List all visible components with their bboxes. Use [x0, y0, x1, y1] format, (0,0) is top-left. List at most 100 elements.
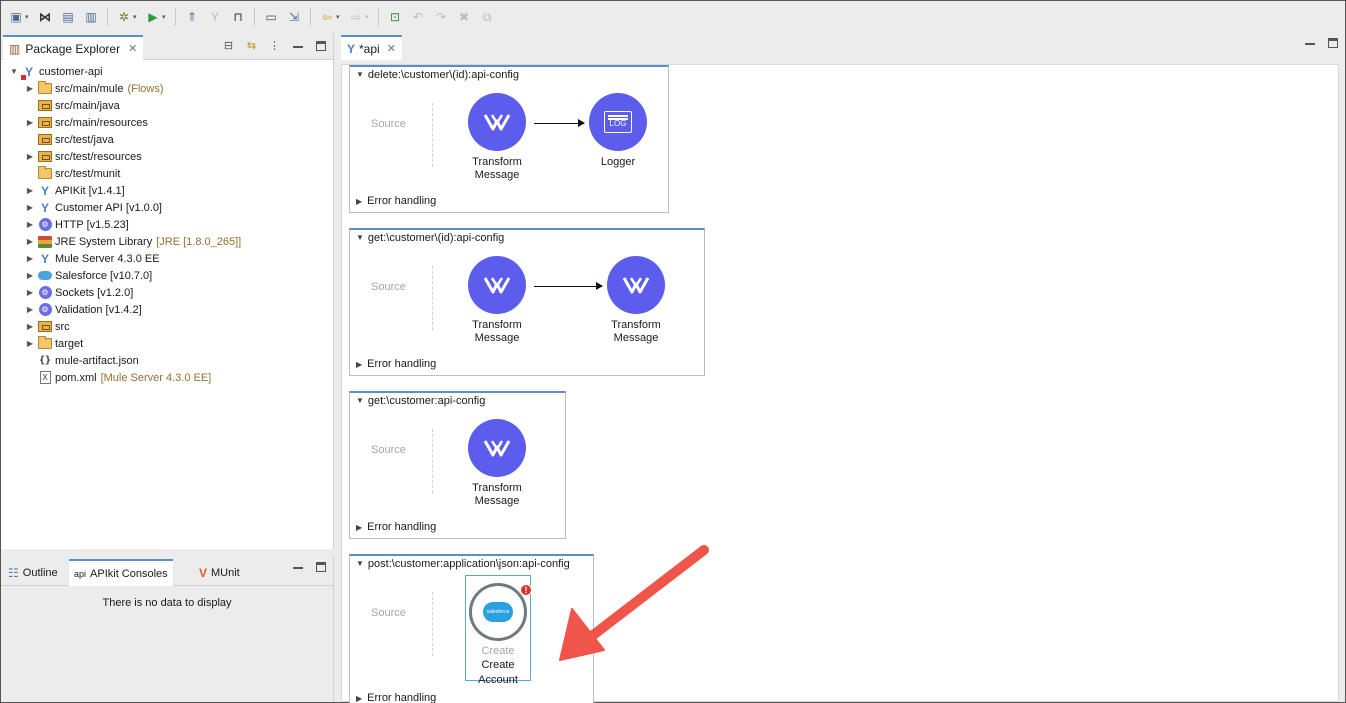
back-icon[interactable]: ⇦: [318, 8, 336, 26]
tree-item[interactable]: ▶ Y Customer API [v1.0.0]: [1, 199, 333, 216]
expand-triangle-icon[interactable]: ▶: [356, 197, 362, 206]
collapsed-triangle-icon[interactable]: ▶: [25, 339, 35, 348]
message-flow-canvas[interactable]: ▼ delete:\customer\(id):api-config Sourc…: [341, 64, 1339, 703]
expand-triangle-icon[interactable]: ▶: [356, 523, 362, 532]
tree-item[interactable]: src/test/munit: [1, 165, 333, 182]
plug-icon[interactable]: Y: [206, 8, 224, 26]
tree-item[interactable]: src/main/java: [1, 97, 333, 114]
transform-message-node[interactable]: Transform Message: [596, 256, 676, 345]
tab-package-explorer[interactable]: ▥ Package Explorer ✕: [3, 35, 144, 60]
collapsed-triangle-icon[interactable]: ▶: [25, 322, 35, 331]
salesforce-create-node[interactable]: salesforce ! Create Create Account: [465, 575, 532, 686]
error-handling-toggle[interactable]: ▶ Error handling: [356, 358, 436, 370]
tab-api[interactable]: Y *api ✕: [341, 35, 402, 60]
close-icon[interactable]: ✕: [387, 42, 396, 55]
tab-outline[interactable]: ☷ Outline: [3, 559, 63, 586]
collapse-triangle-icon[interactable]: ▼: [356, 70, 364, 79]
forward-dropdown-icon[interactable]: ▾: [365, 8, 371, 26]
redo-icon[interactable]: ↷: [432, 8, 450, 26]
tree-item[interactable]: ▶ ⚙ Validation [v1.4.2]: [1, 301, 333, 318]
flow-post-customer[interactable]: ▼ post:\customer:application\json:api-co…: [349, 554, 594, 703]
undo-icon[interactable]: ↶: [409, 8, 427, 26]
source-placeholder[interactable]: Source: [371, 281, 406, 293]
tab-munit[interactable]: V MUnit: [194, 559, 245, 586]
collapse-triangle-icon[interactable]: ▼: [356, 396, 364, 405]
flow-get-customer[interactable]: ▼ get:\customer:api-config Source Transf…: [349, 391, 566, 539]
collapse-all-icon[interactable]: ⊟: [222, 39, 235, 52]
collapsed-triangle-icon[interactable]: ▶: [25, 203, 35, 212]
minimize-icon[interactable]: [291, 560, 304, 573]
tree-item[interactable]: ▶ Y APIKit [v1.4.1]: [1, 182, 333, 199]
expand-triangle-icon[interactable]: ▶: [356, 360, 362, 369]
flow-header[interactable]: ▼ get:\customer\(id):api-config: [350, 230, 704, 245]
tree-item[interactable]: ▶ src: [1, 318, 333, 335]
maximize-icon[interactable]: [314, 560, 327, 573]
error-handling-toggle[interactable]: ▶ Error handling: [356, 521, 436, 533]
expand-triangle-icon[interactable]: ▶: [356, 694, 362, 703]
tree-item[interactable]: ▶ ⚙ Sockets [v1.2.0]: [1, 284, 333, 301]
tree-item[interactable]: ▶ target: [1, 335, 333, 352]
transform-message-node[interactable]: Transform Message: [457, 419, 537, 508]
minimize-icon[interactable]: [291, 39, 304, 52]
lock-icon[interactable]: ⊓: [229, 8, 247, 26]
deploy-icon[interactable]: ⇑: [183, 8, 201, 26]
source-placeholder[interactable]: Source: [371, 118, 406, 130]
forward-icon[interactable]: ⇨: [347, 8, 365, 26]
close-icon[interactable]: ✕: [128, 42, 137, 55]
view-menu-icon[interactable]: ⋮: [268, 39, 281, 52]
expanded-triangle-icon[interactable]: ▼: [9, 67, 19, 76]
new-dropdown-icon[interactable]: ▾: [25, 8, 31, 26]
tree-item[interactable]: ▶ src/test/resources: [1, 148, 333, 165]
tree-item[interactable]: ▶ Salesforce [v10.7.0]: [1, 267, 333, 284]
tree-item[interactable]: ▶ ⚙ HTTP [v1.5.23]: [1, 216, 333, 233]
debug-dropdown-icon[interactable]: ▾: [133, 8, 139, 26]
error-marker-icon[interactable]: !: [520, 584, 532, 596]
collapsed-triangle-icon[interactable]: ▶: [25, 220, 35, 229]
flow-header[interactable]: ▼ get:\customer:api-config: [350, 393, 565, 408]
collapsed-triangle-icon[interactable]: ▶: [25, 118, 35, 127]
flow-header[interactable]: ▼ delete:\customer\(id):api-config: [350, 67, 668, 82]
mediator-icon[interactable]: ▭: [262, 8, 280, 26]
source-placeholder[interactable]: Source: [371, 444, 406, 456]
source-placeholder[interactable]: Source: [371, 607, 406, 619]
run-icon[interactable]: ▶: [144, 8, 162, 26]
flow-header[interactable]: ▼ post:\customer:application\json:api-co…: [350, 556, 593, 571]
tree-item[interactable]: ▶ src/main/mule (Flows): [1, 80, 333, 97]
link-editor-icon[interactable]: ⇆: [245, 39, 258, 52]
minimize-icon[interactable]: [1303, 36, 1316, 49]
error-handling-toggle[interactable]: ▶ Error handling: [356, 692, 436, 703]
debug-icon[interactable]: ✲: [115, 8, 133, 26]
collapsed-triangle-icon[interactable]: ▶: [25, 84, 35, 93]
maximize-icon[interactable]: [1326, 36, 1339, 49]
flow-get-customer-id[interactable]: ▼ get:\customer\(id):api-config Source T…: [349, 228, 705, 376]
collapsed-triangle-icon[interactable]: ▶: [25, 186, 35, 195]
collapse-triangle-icon[interactable]: ▼: [356, 559, 364, 568]
collapsed-triangle-icon[interactable]: ▶: [25, 271, 35, 280]
collapsed-triangle-icon[interactable]: ▶: [25, 237, 35, 246]
transform-message-node[interactable]: Transform Message: [457, 256, 537, 345]
collapsed-triangle-icon[interactable]: ▶: [25, 152, 35, 161]
error-handling-toggle[interactable]: ▶ Error handling: [356, 195, 436, 207]
save-icon[interactable]: ▤: [59, 8, 77, 26]
collapse-triangle-icon[interactable]: ▼: [356, 233, 364, 242]
tree-item[interactable]: {} mule-artifact.json: [1, 352, 333, 369]
delete-icon[interactable]: ✖: [455, 8, 473, 26]
transform-message-node[interactable]: Transform Message: [457, 93, 537, 182]
tree-item[interactable]: ▶ JRE System Library [JRE [1.8.0_265]]: [1, 233, 333, 250]
tree-item[interactable]: ▶ Y Mule Server 4.3.0 EE: [1, 250, 333, 267]
tab-apikit-consoles[interactable]: api APIkit Consoles: [69, 559, 173, 586]
new-wizard-icon[interactable]: ▣: [7, 8, 25, 26]
back-dropdown-icon[interactable]: ▾: [336, 8, 342, 26]
collapsed-triangle-icon[interactable]: ▶: [25, 305, 35, 314]
tree-item[interactable]: src/test/java: [1, 131, 333, 148]
run-dropdown-icon[interactable]: ▾: [162, 8, 168, 26]
collapsed-triangle-icon[interactable]: ▶: [25, 288, 35, 297]
logger-node[interactable]: LOG Logger: [578, 93, 658, 169]
collapsed-triangle-icon[interactable]: ▶: [25, 254, 35, 263]
tree-item[interactable]: ▼ Ycustomer-api: [1, 63, 333, 81]
flow-delete-customer[interactable]: ▼ delete:\customer\(id):api-config Sourc…: [349, 65, 669, 213]
maximize-icon[interactable]: [314, 39, 327, 52]
new-task-icon[interactable]: ⊡: [386, 8, 404, 26]
import-icon[interactable]: ⇲: [285, 8, 303, 26]
tree-item[interactable]: ▶ src/main/resources: [1, 114, 333, 131]
